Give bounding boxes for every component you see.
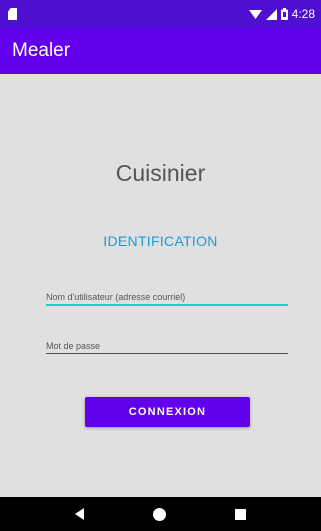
screen-title: Cuisinier	[115, 160, 206, 186]
sd-card-icon	[8, 8, 17, 20]
signal-icon	[265, 8, 277, 20]
status-bar: 4:28	[0, 0, 321, 28]
username-input[interactable]	[46, 282, 288, 304]
back-icon[interactable]	[74, 508, 84, 520]
status-time: 4:28	[291, 7, 315, 21]
username-field	[46, 282, 288, 306]
home-icon[interactable]	[152, 507, 166, 521]
login-screen: Cuisinier IDENTIFICATION CONNEXION	[0, 74, 321, 497]
battery-icon	[280, 8, 288, 20]
login-button[interactable]: CONNEXION	[85, 397, 250, 427]
app-title: Mealer	[12, 40, 71, 61]
recents-icon[interactable]	[235, 508, 247, 520]
password-input[interactable]	[46, 330, 288, 353]
navigation-bar	[0, 497, 321, 531]
app-bar: Mealer	[0, 28, 321, 74]
wifi-icon	[248, 9, 262, 20]
password-field	[46, 330, 288, 354]
section-title: IDENTIFICATION	[103, 233, 218, 249]
